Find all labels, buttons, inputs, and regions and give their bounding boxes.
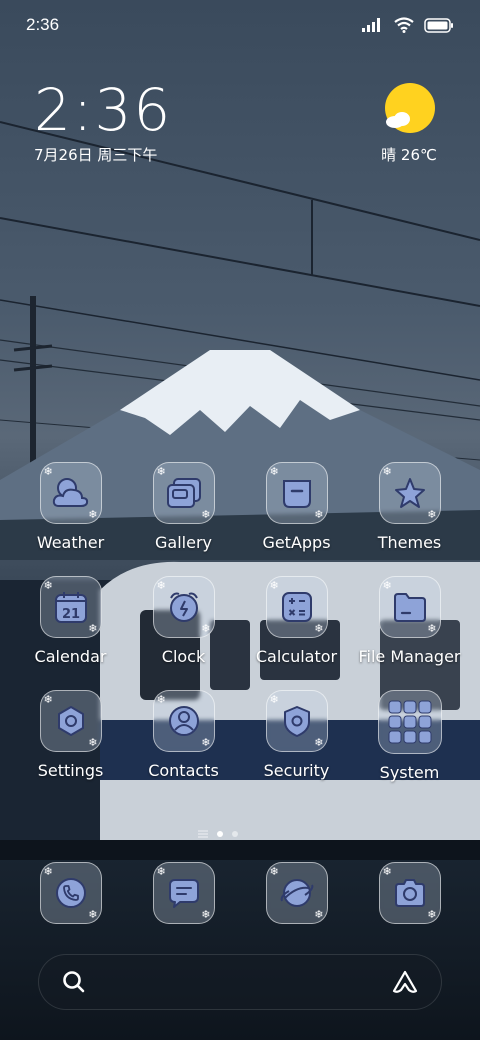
page-indicator[interactable] [198,830,238,838]
app-label-gallery: Gallery [155,533,212,552]
app-security[interactable]: ❄ ❄ Security [240,690,353,782]
camera-icon: ❄ ❄ [378,862,441,924]
calendar-day-number: 21 [61,607,79,622]
status-time: 2:36 [26,15,60,34]
assistant-icon[interactable] [391,969,419,995]
clock-icon: ❄ ❄ [152,576,215,638]
clock-widget-date: 7月26日 周三下午 [34,146,158,164]
app-gallery[interactable]: ❄ ❄ Gallery [127,462,240,552]
app-getapps[interactable]: ❄ ❄ GetApps [240,462,353,552]
file-manager-icon: ❄ ❄ [378,576,441,638]
app-settings[interactable]: ❄ ❄ Settings [14,690,127,782]
app-label-clock: Clock [161,647,206,666]
search-bar[interactable] [38,954,442,1010]
calendar-icon: ❄ ❄ 21 [39,576,102,638]
app-label-weather: Weather [36,533,105,552]
gallery-icon: ❄ ❄ [152,462,215,524]
weather-icon: ❄ ❄ [39,462,102,524]
search-icon[interactable] [61,969,87,995]
dock-browser[interactable]: ❄ ❄ [240,862,353,924]
calculator-icon: ❄ ❄ [265,576,328,638]
page-dot-2[interactable] [232,831,238,837]
app-calculator[interactable]: ❄ ❄ Calculator [240,576,353,666]
app-label-security: Security [263,761,330,780]
sunny-weather-icon [382,82,436,136]
contacts-icon: ❄ ❄ [152,690,215,752]
weather-widget[interactable]: 晴 26℃ [374,82,444,165]
app-label-calendar: Calendar [34,647,107,666]
signal-icon [362,18,380,32]
battery-icon [424,17,453,33]
app-file-manager[interactable]: ❄ ❄ File Manager [353,576,466,666]
app-calendar[interactable]: ❄ ❄ 21 Calendar [14,576,127,666]
app-weather[interactable]: ❄ ❄ Weather [14,462,127,552]
getapps-icon: ❄ ❄ [265,462,328,524]
security-icon: ❄ ❄ [265,690,328,752]
phone-icon: ❄ ❄ [39,862,102,924]
app-label-calculator: Calculator [255,647,338,666]
app-clock[interactable]: ❄ ❄ Clock [127,576,240,666]
dock-phone[interactable]: ❄ ❄ [14,862,127,924]
clock-widget-time: 2:36 [34,76,173,144]
status-icons [362,17,454,33]
app-system-folder[interactable]: System [353,690,466,782]
app-label-settings: Settings [37,761,104,780]
messages-icon: ❄ ❄ [152,862,215,924]
app-label-system: System [379,763,440,782]
system-folder-icon [377,690,442,754]
home-pages-icon [198,830,208,838]
page-dot-1[interactable] [217,831,223,837]
app-label-contacts: Contacts [148,761,219,780]
themes-icon: ❄ ❄ [378,462,441,524]
dock-messages[interactable]: ❄ ❄ [127,862,240,924]
app-label-themes: Themes [377,533,442,552]
weather-text: 晴 26℃ [381,146,437,164]
dock: ❄ ❄ ❄ ❄ ❄ ❄ ❄ ❄ [14,862,466,924]
app-label-file-manager: File Manager [358,647,461,666]
dock-camera[interactable]: ❄ ❄ [353,862,466,924]
settings-icon: ❄ ❄ [39,690,102,752]
app-label-getapps: GetApps [262,533,331,552]
app-grid: ❄ ❄ Weather ❄ ❄ Gallery ❄ ❄ GetApps ❄ ❄ … [14,462,466,782]
clock-widget[interactable]: 2:36 7月26日 周三下午 [34,78,172,165]
browser-icon: ❄ ❄ [265,862,328,924]
wifi-icon [394,17,414,33]
app-themes[interactable]: ❄ ❄ Themes [353,462,466,552]
status-bar: 2:36 [0,0,480,50]
app-contacts[interactable]: ❄ ❄ Contacts [127,690,240,782]
